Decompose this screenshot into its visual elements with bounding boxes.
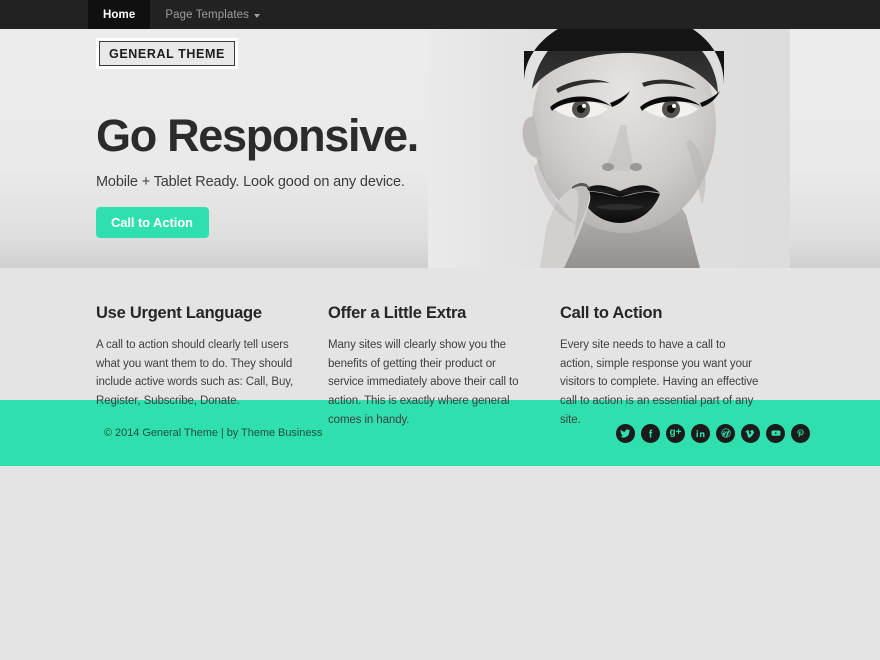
youtube-icon[interactable] bbox=[766, 424, 785, 443]
wordpress-icon[interactable] bbox=[716, 424, 735, 443]
facebook-icon[interactable] bbox=[641, 424, 660, 443]
nav-item-home[interactable]: Home bbox=[88, 0, 150, 29]
top-navbar: Home Page Templates bbox=[0, 0, 880, 29]
nav-item-home-label: Home bbox=[103, 9, 135, 21]
page-bottom-blank-area bbox=[0, 466, 880, 660]
twitter-icon[interactable] bbox=[616, 424, 635, 443]
feature-column-call-to-action: Call to Action Every site needs to have … bbox=[560, 304, 792, 429]
site-logo[interactable]: GENERAL THEME bbox=[96, 38, 238, 69]
feature-body: Many sites will clearly show you the ben… bbox=[328, 336, 528, 429]
call-to-action-button[interactable]: Call to Action bbox=[96, 207, 209, 238]
google-plus-icon[interactable]: g+ bbox=[666, 424, 685, 443]
feature-body: A call to action should clearly tell use… bbox=[96, 336, 296, 411]
site-logo-label: GENERAL THEME bbox=[99, 41, 235, 66]
feature-column-urgent-language: Use Urgent Language A call to action sho… bbox=[96, 304, 328, 429]
hero-content: GENERAL THEME Go Responsive. Mobile + Ta… bbox=[0, 29, 880, 238]
social-links: g+ bbox=[616, 424, 810, 443]
hero-subtitle: Mobile + Tablet Ready. Look good on any … bbox=[96, 174, 880, 190]
pinterest-icon[interactable] bbox=[791, 424, 810, 443]
feature-column-offer-extra: Offer a Little Extra Many sites will cle… bbox=[328, 304, 560, 429]
footer-copyright: © 2014 General Theme | by Theme Business bbox=[104, 427, 322, 439]
nav-item-page-templates[interactable]: Page Templates bbox=[150, 0, 275, 29]
chevron-down-icon bbox=[254, 14, 260, 18]
hero-section: GENERAL THEME Go Responsive. Mobile + Ta… bbox=[0, 29, 880, 268]
google-plus-glyph: g+ bbox=[670, 428, 682, 438]
vimeo-icon[interactable] bbox=[741, 424, 760, 443]
feature-title: Call to Action bbox=[560, 304, 760, 323]
features-row: Use Urgent Language A call to action sho… bbox=[0, 304, 880, 429]
feature-title: Use Urgent Language bbox=[96, 304, 296, 323]
hero-title: Go Responsive. bbox=[96, 113, 880, 158]
features-section: Use Urgent Language A call to action sho… bbox=[0, 268, 880, 400]
nav-item-page-templates-label: Page Templates bbox=[165, 9, 249, 21]
linkedin-icon[interactable] bbox=[691, 424, 710, 443]
feature-body: Every site needs to have a call to actio… bbox=[560, 336, 760, 429]
feature-title: Offer a Little Extra bbox=[328, 304, 528, 323]
